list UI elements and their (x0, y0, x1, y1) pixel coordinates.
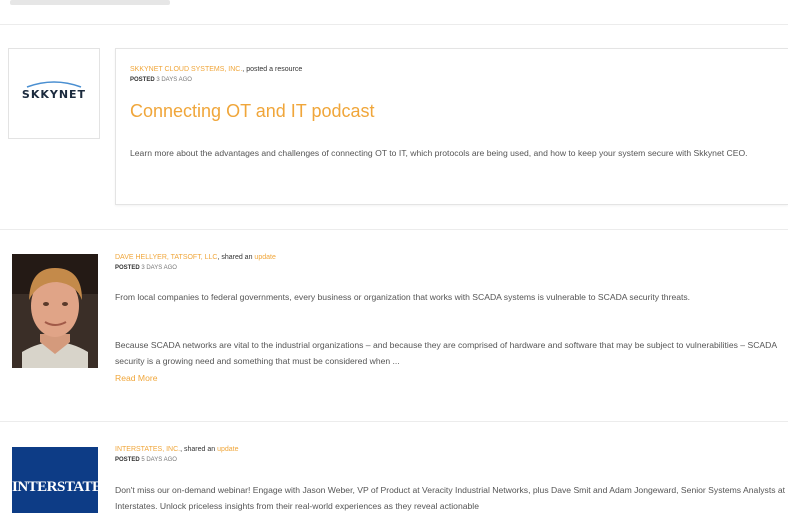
feed-divider (0, 229, 788, 230)
update-link[interactable]: update (254, 254, 275, 261)
skkynet-logo-text: SKKYNET (21, 88, 87, 101)
author-photo (12, 254, 98, 368)
posted-time: 3 DAYS AGO (141, 265, 177, 271)
read-more-link[interactable]: Read More (115, 373, 158, 383)
posted-label: POSTED (115, 457, 140, 463)
posted-time: 3 DAYS AGO (156, 77, 192, 83)
skkynet-logo-link[interactable]: SKKYNET (8, 48, 100, 139)
resource-card[interactable]: SKKYNET CLOUD SYSTEMS, INC., posted a re… (115, 48, 788, 205)
posted-time: 5 DAYS AGO (141, 457, 177, 463)
org-link[interactable]: SKKYNET CLOUD SYSTEMS, INC. (130, 66, 242, 73)
author-link[interactable]: DAVE HELLYER, TATSOFT, LLC (115, 254, 217, 261)
resource-description: Learn more about the advantages and chal… (130, 148, 748, 158)
skkynet-logo: SKKYNET (11, 77, 97, 107)
org-link[interactable]: INTERSTATES, INC. (115, 446, 180, 453)
feed-divider (0, 421, 788, 422)
posted-label: POSTED (130, 77, 155, 83)
update-link[interactable]: update (217, 446, 238, 453)
item-meta: SKKYNET CLOUD SYSTEMS, INC., posted a re… (130, 66, 303, 83)
resource-title-link[interactable]: Connecting OT and IT podcast (130, 101, 375, 122)
action-text: posted a resource (246, 66, 303, 73)
author-avatar[interactable] (12, 254, 98, 368)
action-text: shared an (221, 254, 253, 261)
post-paragraph: From local companies to federal governme… (115, 292, 691, 302)
posted-label: POSTED (115, 265, 140, 271)
interstates-logo-text: INTERSTATES (12, 479, 98, 495)
feed-divider (0, 24, 788, 25)
item-meta: INTERSTATES, INC., shared an update POST… (115, 446, 239, 463)
previous-item-remnant (10, 0, 170, 5)
item-meta: DAVE HELLYER, TATSOFT, LLC, shared an up… (115, 254, 276, 271)
post-paragraph: Don't miss our on-demand webinar! Engage… (115, 485, 786, 511)
post-paragraph: Because SCADA networks are vital to the … (115, 340, 777, 366)
interstates-logo-link[interactable]: INTERSTATES (12, 447, 98, 513)
action-text: shared an (183, 446, 216, 453)
